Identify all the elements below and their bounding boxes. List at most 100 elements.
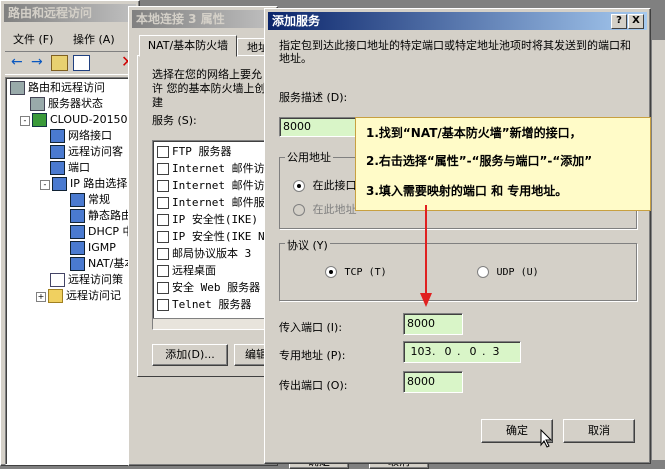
add-service-title: 添加服务 — [272, 14, 321, 28]
tree-item-root[interactable]: 路由和远程访问 — [10, 80, 105, 96]
service-item[interactable]: IP 安全性(IKE) — [157, 211, 258, 228]
ip-octet-3[interactable]: 0 — [464, 342, 482, 362]
radio-udp[interactable]: UDP (U) — [477, 265, 539, 278]
checkbox[interactable] — [157, 282, 169, 294]
service-item[interactable]: IP 安全性(IKE N — [157, 228, 265, 245]
tree-item-nat[interactable]: NAT/基本 — [70, 256, 135, 272]
outgoing-port-label: 传出端口 (O): — [279, 379, 348, 392]
public-address-label: 公用地址 — [285, 149, 333, 165]
checkbox[interactable] — [157, 146, 169, 158]
protocol-label: 协议 (Y) — [285, 237, 330, 253]
add-service-button[interactable]: 添加(D)... — [152, 344, 228, 366]
expand-icon[interactable]: + — [36, 292, 46, 302]
radio-button[interactable] — [293, 204, 305, 216]
properties-title: 本地连接 3 属性 — [136, 12, 225, 26]
tree-item-interfaces[interactable]: 网络接口 — [50, 128, 112, 144]
checkbox[interactable] — [157, 265, 169, 277]
network-icon — [70, 257, 85, 271]
dialog-cancel-button[interactable]: 取消 — [563, 419, 635, 443]
dialog-intro: 指定包到达此接口地址的特定端口或特定地址池项时将其发送到的端口和地址。 — [279, 39, 631, 65]
properties-titlebar: 本地连接 3 属性 — [132, 10, 274, 28]
incoming-port-input[interactable]: 8000 — [403, 313, 463, 335]
ip-octet-4[interactable]: 3 — [489, 342, 503, 362]
instruction-step-1: 1.找到“NAT/基本防火墙”新增的接口， — [366, 126, 582, 140]
tree-item-general[interactable]: 常规 — [70, 192, 110, 208]
radio-button[interactable] — [477, 266, 489, 278]
tree-item-dhcp[interactable]: DHCP 中 — [70, 224, 134, 240]
checkbox[interactable] — [157, 299, 169, 311]
instruction-step-2: 2.右击选择“属性”-“服务与端口”-“添加” — [366, 154, 593, 168]
service-item[interactable]: 邮局协议版本 3 — [157, 245, 251, 262]
radio-address-pool[interactable]: 在此地址 — [293, 201, 357, 217]
network-icon — [70, 209, 85, 223]
services-label: 服务 (S): — [152, 114, 197, 127]
tree-item-igmp[interactable]: IGMP — [70, 240, 116, 256]
service-item[interactable]: Internet 邮件访 — [157, 177, 265, 194]
mouse-cursor-icon — [540, 429, 552, 448]
radio-button[interactable] — [293, 180, 305, 192]
checkbox[interactable] — [157, 231, 169, 243]
mmc-tree-pane: 路由和远程访问 服务器状态 - CLOUD-2015090 网络接口 远程访问客 … — [5, 77, 147, 465]
network-icon — [50, 129, 65, 143]
tree-item-remote-log[interactable]: + 远程访问记 — [36, 288, 121, 304]
mmc-menubar: 文件 (F) 操作 (A) — [13, 31, 143, 47]
close-icon[interactable]: X — [628, 14, 644, 29]
private-address-label: 专用地址 (P): — [279, 349, 346, 362]
incoming-port-label: 传入端口 (I): — [279, 321, 343, 334]
mmc-toolbar: ← → ✕ — [5, 51, 139, 75]
back-arrow-icon[interactable]: ← — [11, 54, 23, 70]
annotation-arrow — [420, 205, 432, 307]
server-icon — [10, 81, 25, 95]
tree-item-ip-routing[interactable]: - IP 路由选择 — [40, 176, 127, 192]
checkbox[interactable] — [157, 163, 169, 175]
network-icon — [52, 177, 67, 191]
service-item[interactable]: Internet 邮件服 — [157, 194, 265, 211]
add-service-titlebar: 添加服务 ? X — [268, 12, 647, 30]
properties-description: 选择在您的网络上要允许 您的基本防火墙上创建 — [152, 68, 266, 109]
forward-arrow-icon[interactable]: → — [31, 54, 43, 70]
folder-icon — [48, 289, 63, 303]
radio-on-interface[interactable]: 在此接口 — [293, 177, 357, 193]
help-icon[interactable]: ? — [611, 14, 627, 29]
tree-item-server-status[interactable]: 服务器状态 — [30, 96, 103, 112]
tree-item-remote-clients[interactable]: 远程访问客 — [50, 144, 123, 160]
ip-octet-2[interactable]: 0 — [439, 342, 457, 362]
outgoing-port-input[interactable]: 8000 — [403, 371, 463, 393]
collapse-icon[interactable]: - — [40, 180, 50, 190]
policy-icon — [50, 273, 65, 287]
service-item[interactable]: Telnet 服务器 — [157, 296, 251, 313]
mmc-title: 路由和远程访问 — [8, 6, 93, 20]
up-folder-icon[interactable] — [51, 55, 68, 71]
mmc-titlebar: 路由和远程访问 — [4, 4, 136, 22]
service-item[interactable]: 安全 Web 服务器 — [157, 279, 260, 296]
radio-button[interactable] — [325, 266, 337, 278]
menu-file[interactable]: 文件 (F) — [13, 31, 53, 47]
server-status-icon — [30, 97, 45, 111]
show-tree-icon[interactable] — [73, 55, 90, 71]
tree-item-cloud[interactable]: - CLOUD-2015090 — [20, 112, 142, 128]
radio-tcp[interactable]: TCP (T) — [325, 265, 387, 278]
network-icon — [70, 193, 85, 207]
tree-item-ports[interactable]: 端口 — [50, 160, 90, 176]
service-item[interactable]: 远程桌面 — [157, 262, 216, 279]
service-desc-label: 服务描述 (D): — [279, 91, 348, 104]
service-item[interactable]: FTP 服务器 — [157, 143, 232, 160]
background-scrollbar[interactable] — [651, 40, 665, 460]
checkbox[interactable] — [157, 197, 169, 209]
checkbox[interactable] — [157, 180, 169, 192]
checkbox[interactable] — [157, 248, 169, 260]
properties-dialog: 本地连接 3 属性 NAT/基本防火墙 地址 选择在您的网络上要允许 您的基本防… — [128, 6, 429, 469]
network-icon — [70, 225, 85, 239]
private-address-input[interactable]: 103. 0. 0. 3 — [403, 341, 521, 363]
tree-item-static-routes[interactable]: 静态路由 — [70, 208, 132, 224]
tree-item-remote-policy[interactable]: 远程访问策 — [50, 272, 123, 288]
add-service-dialog: 添加服务 ? X 指定包到达此接口地址的特定端口或特定地址池项时将其发送到的端口… — [264, 8, 651, 464]
tab-nat-firewall[interactable]: NAT/基本防火墙 — [139, 35, 237, 57]
ip-octet-1[interactable]: 103 — [410, 342, 432, 362]
service-item[interactable]: Internet 邮件访 — [157, 160, 265, 177]
instruction-callout: 1.找到“NAT/基本防火墙”新增的接口， 2.右击选择“属性”-“服务与端口”… — [355, 117, 651, 211]
collapse-icon[interactable]: - — [20, 116, 30, 126]
checkbox[interactable] — [157, 214, 169, 226]
network-icon — [70, 241, 85, 255]
menu-action[interactable]: 操作 (A) — [73, 31, 115, 47]
